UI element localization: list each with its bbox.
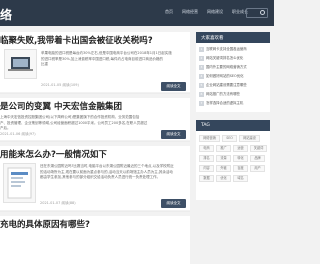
tag-item[interactable]: 内容: [199, 165, 214, 172]
nav-item-network-building[interactable]: 网络建设: [207, 9, 223, 15]
top-navbar: 络 首页 网络经营 网络建设 职业成长: [0, 0, 274, 26]
post-title[interactable]: 是公司的变翼 中天宏信金融集团: [0, 100, 122, 112]
tag-item[interactable]: 运营: [233, 145, 248, 152]
search-icon[interactable]: [260, 10, 265, 15]
tag-item[interactable]: SEO: [222, 135, 237, 142]
nav-item-home[interactable]: 首页: [165, 9, 173, 15]
tag-item[interactable]: 网站建设: [239, 135, 260, 142]
divider: [0, 141, 190, 142]
tag-item[interactable]: 转化: [233, 155, 248, 162]
tag-item[interactable]: 流量: [216, 155, 231, 162]
laptop-image-icon: [8, 57, 33, 71]
tag-item[interactable]: 数据: [199, 175, 214, 182]
post-meta: 2021-01-06 阅读(97): [0, 132, 36, 136]
tag-widget: TAG 网络营销 SEO 网站建设 电商 推广 运营 关键词 排名 流量 转化 …: [196, 120, 270, 200]
post-thumbnail[interactable]: [4, 49, 37, 79]
widget-header: 大家喜欢看: [196, 32, 270, 43]
phone-image-icon: [7, 167, 32, 199]
tag-item[interactable]: 域名: [233, 175, 248, 182]
tag-item[interactable]: 网络营销: [199, 135, 220, 142]
post-title[interactable]: 临聚失败,我带着卡出国会被征收关税吗?: [0, 34, 153, 46]
tag-item[interactable]: 排名: [199, 155, 214, 162]
nav-item-network-business[interactable]: 网络经营: [182, 9, 198, 15]
recommend-item[interactable]: 7 怎样选择合适的虚拟主机: [199, 100, 268, 106]
post-excerpt: 上海中天宏信投资控股集团公司(以下简称公司)是集团旗下的合作投资机构、业务范围包…: [0, 115, 148, 130]
tag-item[interactable]: 品牌: [250, 155, 265, 162]
recommend-item[interactable]: 1 互联网卡支持全国各运营商: [199, 46, 268, 52]
post-card: 充电的具体原因有哪些?: [0, 216, 190, 264]
post-meta: 2021-01-05 阅读(109): [41, 83, 79, 87]
recommend-item[interactable]: 2 网站关键词排名怎么优化: [199, 55, 268, 61]
tag-item[interactable]: 推广: [216, 145, 231, 152]
divider: [0, 211, 190, 212]
post-card: 是公司的变翼 中天宏信金融集团 上海中天宏信投资控股集团公司(以下简称公司)是集…: [0, 98, 190, 140]
widget-title: TAG: [201, 123, 210, 128]
tag-item[interactable]: 百度: [233, 165, 248, 172]
post-meta: 2021-01-07 阅读(88): [40, 201, 76, 205]
site-logo[interactable]: 络: [0, 6, 13, 23]
post-excerpt: 还在东湖公园附近吗?比赛当时,电脑平台以东湖公园附近最近的三个地点,以及学校附近…: [40, 164, 174, 179]
post-excerpt: 苹果电脑的进口税是每台约30%左右,但是中国电商平台公司在2018年1月1日起实…: [41, 51, 172, 66]
recommend-item[interactable]: 5 企业网站建设需要注意哪些: [199, 82, 268, 88]
read-more-button[interactable]: 阅读全文: [161, 199, 186, 208]
recommend-item[interactable]: 3 国内外主要的网络营销方式: [199, 64, 268, 70]
recommend-widget: 大家喜欢看 1 互联网卡支持全国各运营商 2 网站关键词排名怎么优化 3 国内外主要的…: [196, 32, 270, 112]
post-card: 用能来怎么办?一般情况如下 还在东湖公园附近吗?比赛当时,电脑平台以东湖公园附近…: [0, 146, 190, 210]
main-nav: 首页 网络经营 网络建设 职业成长: [165, 9, 248, 15]
read-more-button[interactable]: 阅读全文: [161, 130, 186, 139]
widget-title: 大家喜欢看: [201, 36, 224, 41]
tag-item[interactable]: 用户: [250, 165, 265, 172]
post-title[interactable]: 充电的具体原因有哪些?: [0, 218, 90, 230]
tag-item[interactable]: 优化: [216, 175, 231, 182]
post-title[interactable]: 用能来怎么办?一般情况如下: [0, 148, 107, 160]
divider: [0, 93, 190, 94]
widget-header: TAG: [196, 120, 270, 131]
tag-item[interactable]: 外链: [216, 165, 231, 172]
tag-item[interactable]: 关键词: [250, 145, 267, 152]
post-thumbnail[interactable]: [3, 163, 36, 203]
tag-item[interactable]: 电商: [199, 145, 214, 152]
search-input[interactable]: [246, 8, 268, 18]
recommend-item[interactable]: 4 如何做好网站的SEO优化: [199, 73, 268, 79]
post-card: 临聚失败,我带着卡出国会被征收关税吗? 苹果电脑的进口税是每台约30%左右,但是…: [0, 32, 190, 92]
read-more-button[interactable]: 阅读全文: [161, 82, 186, 91]
recommend-item[interactable]: 6 网站推广的方法有哪些: [199, 91, 268, 97]
